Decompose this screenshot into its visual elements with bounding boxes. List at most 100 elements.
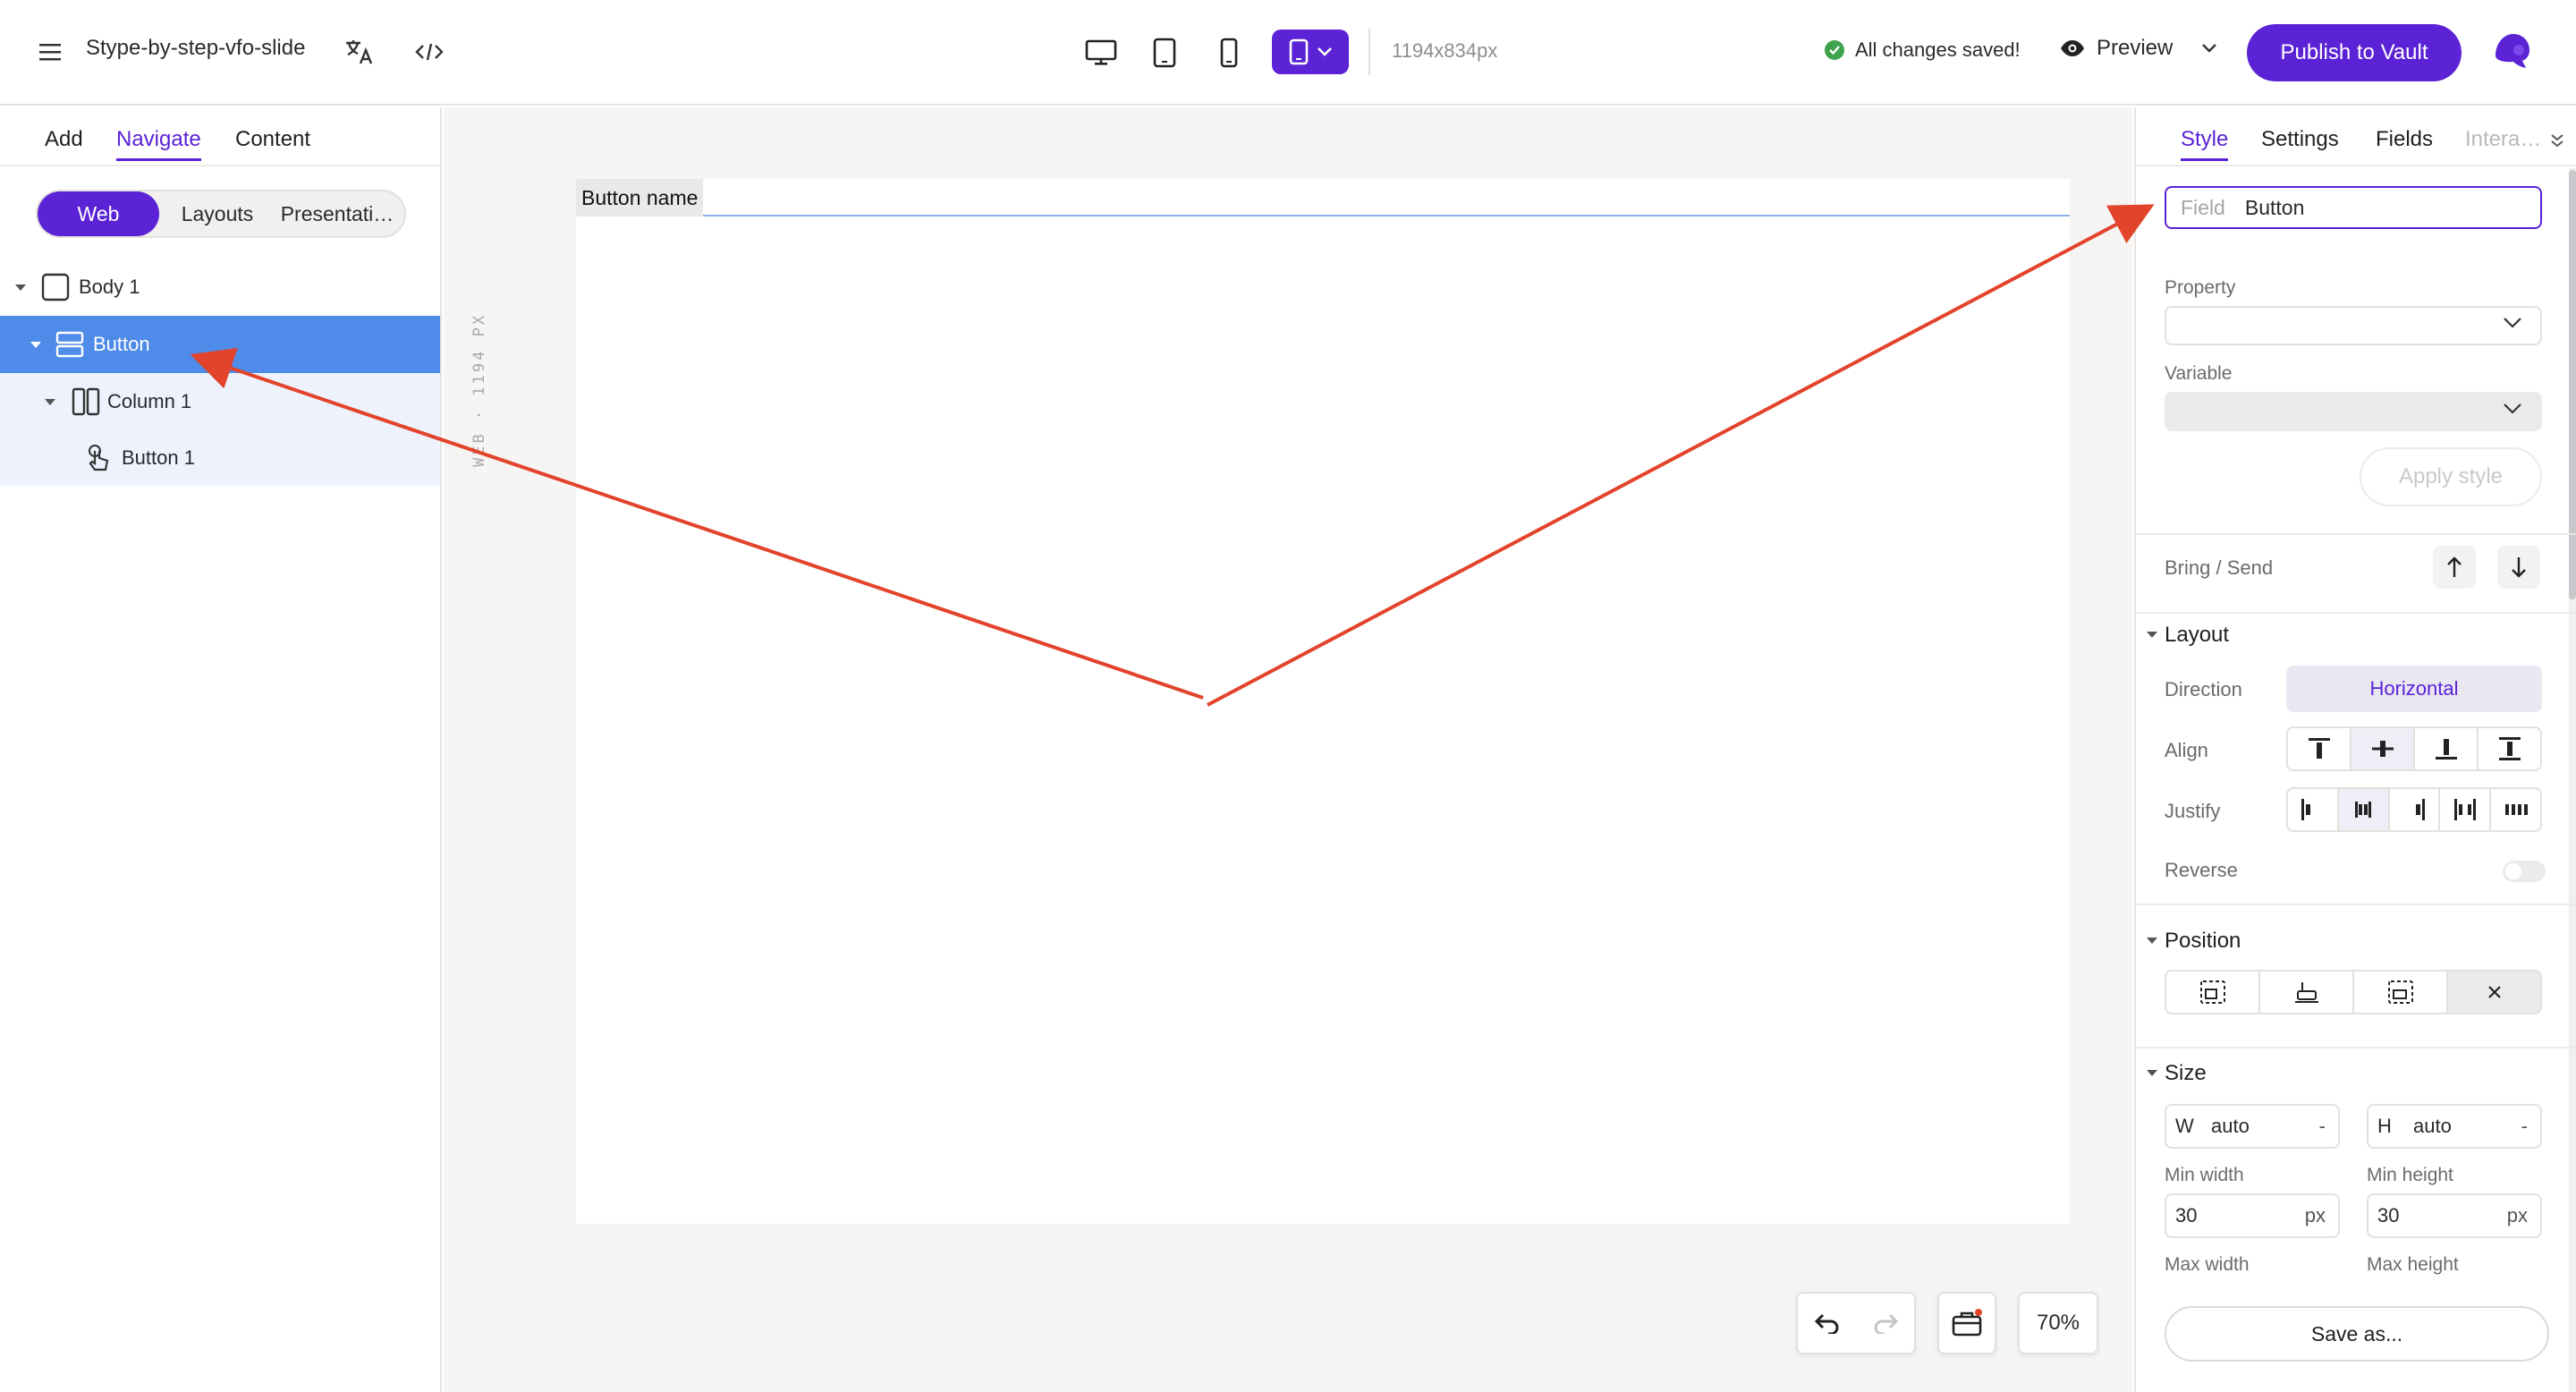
width-value: auto (2211, 1115, 2250, 1137)
code-icon[interactable] (410, 32, 449, 72)
eye-icon (2061, 40, 2084, 56)
tab-add[interactable]: Add (45, 127, 83, 152)
position-none-button[interactable] (2448, 972, 2540, 1013)
justify-end-icon (2415, 799, 2425, 820)
caret-down-icon[interactable] (2147, 1070, 2157, 1076)
tree-item-body[interactable]: Body 1 (0, 259, 440, 316)
min-width-input[interactable]: 30 px (2165, 1193, 2340, 1238)
segment-layouts[interactable]: Layouts (168, 191, 267, 236)
min-height-label: Min height (2367, 1165, 2453, 1185)
position-relative-icon (2199, 980, 2225, 1004)
height-input[interactable]: H auto - (2367, 1104, 2542, 1149)
user-avatar-icon[interactable] (2488, 29, 2535, 75)
direction-horizontal-button[interactable]: Horizontal (2286, 666, 2542, 712)
reverse-toggle[interactable] (2503, 861, 2546, 882)
caret-down-icon[interactable] (45, 399, 55, 405)
justify-around-icon (2504, 804, 2528, 815)
tree-item-button[interactable]: Button (0, 316, 440, 373)
position-absolute-icon (2387, 980, 2413, 1004)
divider (2136, 612, 2576, 614)
segment-web[interactable]: Web (38, 191, 159, 236)
document-title[interactable]: Stype-by-step-vfo-slide (86, 36, 305, 61)
width-unit[interactable]: - (2319, 1115, 2326, 1138)
segment-presentations[interactable]: Presentati… (272, 191, 402, 236)
justify-between-button[interactable] (2440, 789, 2492, 830)
position-absolute-button[interactable] (2354, 972, 2448, 1013)
desktop-view-icon[interactable] (1078, 30, 1124, 76)
view-segmented-control: Web Layouts Presentati… (36, 190, 406, 238)
align-center-button[interactable] (2351, 728, 2415, 769)
tablet-view-icon[interactable] (1141, 30, 1188, 76)
position-button-group (2165, 970, 2542, 1014)
tab-settings[interactable]: Settings (2261, 127, 2339, 152)
menu-icon[interactable] (30, 32, 70, 72)
justify-end-button[interactable] (2390, 789, 2441, 830)
double-chevron-down-icon[interactable] (2549, 132, 2565, 149)
min-height-unit[interactable]: px (2507, 1204, 2528, 1227)
redo-icon[interactable] (1872, 1312, 1899, 1334)
chevron-down-icon[interactable] (2201, 43, 2217, 54)
chevron-down-icon (2504, 403, 2521, 414)
property-select[interactable] (2165, 306, 2542, 345)
divider (2136, 904, 2576, 905)
position-relative-button[interactable] (2166, 972, 2260, 1013)
direction-label: Direction (2165, 678, 2242, 700)
bring-forward-button[interactable] (2433, 546, 2476, 589)
size-section-title[interactable]: Size (2165, 1061, 2207, 1086)
zoom-level[interactable]: 70% (2018, 1292, 2098, 1354)
align-bottom-button[interactable] (2415, 728, 2479, 769)
selection-outline (576, 215, 2070, 216)
tree-item-button-1[interactable]: Button 1 (0, 430, 440, 486)
send-backward-button[interactable] (2497, 546, 2540, 589)
position-sticky-button[interactable] (2260, 972, 2354, 1013)
apply-style-button[interactable]: Apply style (2360, 447, 2542, 506)
design-canvas[interactable]: WEB · 1194 PX Button name 70% (444, 107, 2132, 1392)
min-width-unit[interactable]: px (2305, 1204, 2326, 1227)
save-status: All changes saved! (1825, 38, 2021, 62)
justify-start-button[interactable] (2288, 789, 2339, 830)
align-stretch-button[interactable] (2479, 728, 2540, 769)
position-section-title[interactable]: Position (2165, 929, 2241, 954)
tab-content[interactable]: Content (235, 127, 310, 152)
caret-down-icon[interactable] (15, 284, 26, 291)
scrollbar-thumb[interactable] (2569, 170, 2576, 599)
tab-navigate[interactable]: Navigate (116, 127, 201, 161)
tab-fields[interactable]: Fields (2376, 127, 2433, 152)
mobile-view-icon[interactable] (1206, 30, 1252, 76)
field-input[interactable]: Field Button (2165, 186, 2542, 229)
publish-button[interactable]: Publish to Vault (2247, 24, 2462, 81)
tab-style[interactable]: Style (2181, 127, 2229, 161)
max-width-label: Max width (2165, 1254, 2250, 1275)
divider (2136, 1047, 2576, 1048)
preview-label: Preview (2097, 36, 2174, 60)
justify-center-button[interactable] (2338, 789, 2390, 830)
canvas-button-element[interactable]: Button name (576, 179, 704, 216)
justify-around-button[interactable] (2491, 789, 2540, 830)
align-top-button[interactable] (2288, 728, 2351, 769)
save-as-button[interactable]: Save as... (2165, 1306, 2549, 1362)
caret-down-icon[interactable] (2147, 938, 2157, 944)
min-height-input[interactable]: 30 px (2367, 1193, 2542, 1238)
width-input[interactable]: W auto - (2165, 1104, 2340, 1149)
tree-item-label: Column 1 (107, 390, 192, 412)
height-unit[interactable]: - (2521, 1115, 2528, 1138)
properties-panel: Style Settings Fields Intera… Field Butt… (2134, 107, 2576, 1392)
assets-button[interactable] (1937, 1292, 1996, 1354)
variable-select[interactable] (2165, 392, 2542, 431)
artboard[interactable]: Button name (576, 179, 2070, 1224)
layout-section-title[interactable]: Layout (2165, 623, 2229, 648)
justify-label: Justify (2165, 800, 2221, 822)
align-label: Align (2165, 739, 2208, 761)
row-layout-icon (55, 330, 84, 359)
tab-interactions[interactable]: Intera… (2465, 127, 2541, 152)
tree-item-column[interactable]: Column 1 (0, 373, 440, 430)
preview-button[interactable]: Preview (2059, 36, 2217, 61)
position-sticky-icon (2294, 982, 2318, 1003)
canvas-ruler: WEB · 1194 PX (470, 313, 506, 546)
caret-down-icon[interactable] (2147, 632, 2157, 638)
translate-icon[interactable] (340, 32, 379, 72)
caret-down-icon[interactable] (30, 342, 41, 348)
align-stretch-icon (2498, 737, 2521, 760)
custom-device-selector[interactable] (1272, 30, 1349, 74)
undo-icon[interactable] (1814, 1312, 1841, 1334)
